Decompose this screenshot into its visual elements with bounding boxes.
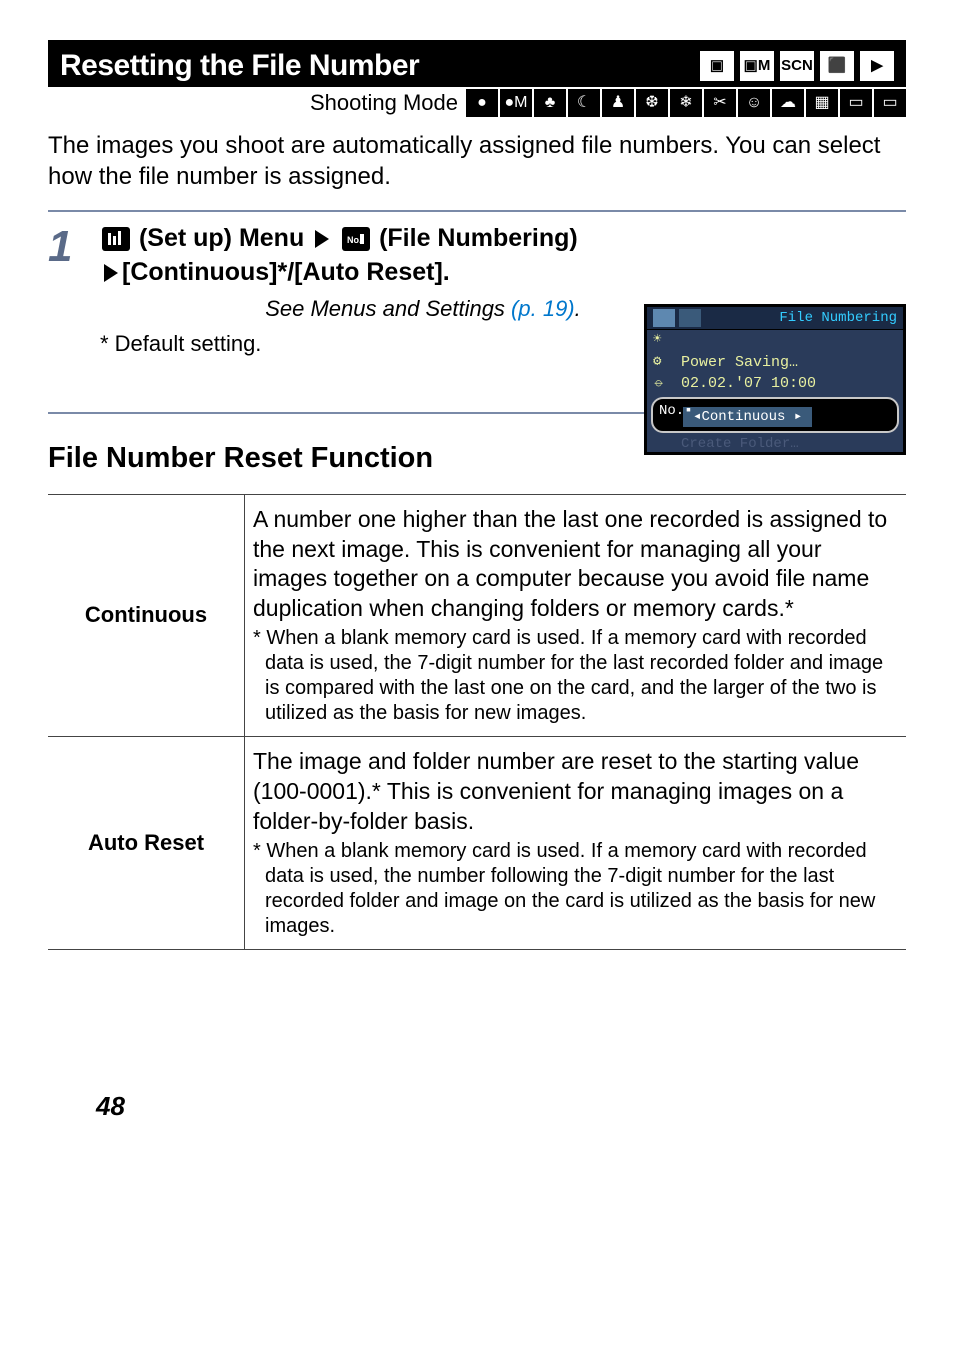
ss-highlight-row: No.▪ Continuous [651, 397, 899, 434]
ss-row: ⚙Power Saving… [647, 352, 903, 374]
step-1-block: 1 (Set up) Menu No. (File Numbering) [Co… [48, 210, 906, 414]
ss-dim-row: Create Folder… [647, 435, 903, 453]
shoot-icon: ● [466, 89, 498, 117]
intro-text: The images you shoot are automatically a… [48, 130, 906, 192]
heading-part-1: (Set up) Menu [139, 224, 304, 252]
page-title-bar: Resetting the File Number ▣ ▣M SCN ⬛ ▶ [48, 40, 906, 87]
shoot-icon: ♣ [534, 89, 566, 117]
arrow-right-icon [315, 230, 329, 248]
shoot-icon: ♟ [602, 89, 634, 117]
step-number: 1 [48, 218, 72, 275]
shoot-icon: ☾ [568, 89, 600, 117]
shoot-icon: ▭ [840, 89, 872, 117]
file-numbering-icon: No. [342, 227, 370, 251]
shoot-icon: ☁ [772, 89, 804, 117]
row-label: Auto Reset [48, 737, 245, 950]
row-label: Continuous [48, 494, 245, 737]
ss-row: ☀ [647, 330, 903, 352]
mode-icon: ⬛ [820, 51, 854, 81]
shooting-mode-icons: ● ●M ♣ ☾ ♟ ❆ ❄ ✂ ☺ ☁ ▦ ▭ ▭ [464, 89, 906, 117]
numbering-icon: No.▪ [659, 402, 693, 420]
brightness-icon: ☀ [653, 331, 661, 349]
power-icon: ⚙ [653, 353, 661, 371]
shoot-icon: ✂ [704, 89, 736, 117]
mode-icon: SCN [780, 51, 814, 81]
step-heading: (Set up) Menu No. (File Numbering) [Cont… [100, 222, 906, 290]
shoot-icon: ▦ [806, 89, 838, 117]
setup-menu-icon [102, 227, 130, 251]
ss-title: File Numbering [779, 310, 897, 326]
shoot-icon: ▭ [874, 89, 906, 117]
table-row: Continuous A number one higher than the … [48, 494, 906, 737]
mode-icon: ▣M [740, 51, 774, 81]
ss-highlight-value: Continuous [683, 407, 812, 427]
table-row: Auto Reset The image and folder number a… [48, 737, 906, 950]
shoot-icon: ❄ [670, 89, 702, 117]
shooting-mode-label: Shooting Mode [310, 89, 458, 118]
row-desc-foot: * When a blank memory card is used. If a… [253, 839, 898, 939]
row-desc: The image and folder number are reset to… [245, 737, 907, 950]
ss-row: ⦵02.02.'07 10:00 [647, 373, 903, 395]
title-icon-strip: ▣ ▣M SCN ⬛ ▶ [698, 51, 894, 81]
shoot-icon: ☺ [738, 89, 770, 117]
mode-icon: ▶ [860, 51, 894, 81]
menu-screenshot: File Numbering ☀ ⚙Power Saving… ⦵02.02.'… [644, 304, 906, 455]
row-desc-main: A number one higher than the last one re… [253, 505, 898, 625]
row-desc: A number one higher than the last one re… [245, 494, 907, 737]
ss-header: File Numbering [647, 307, 903, 330]
shooting-mode-row: Shooting Mode ● ●M ♣ ☾ ♟ ❆ ❄ ✂ ☺ ☁ ▦ ▭ ▭ [48, 89, 906, 118]
reset-function-table: Continuous A number one higher than the … [48, 494, 906, 950]
see-menus-text: See Menus and Settings [265, 296, 511, 321]
shoot-icon: ❆ [636, 89, 668, 117]
shoot-icon: ●M [500, 89, 532, 117]
page-ref-link[interactable]: (p. 19) [511, 296, 575, 321]
heading-part-3: [Continuous]*/[Auto Reset]. [122, 258, 450, 286]
svg-text:No.: No. [347, 235, 362, 245]
row-desc-main: The image and folder number are reset to… [253, 747, 898, 837]
mode-icon: ▣ [700, 51, 734, 81]
ss-tab-icon [679, 309, 701, 327]
ss-tab-icon [653, 309, 675, 327]
clock-icon: ⦵ [653, 374, 665, 392]
page-number: 48 [96, 1090, 125, 1124]
heading-part-2: (File Numbering) [379, 224, 578, 252]
page-title: Resetting the File Number [60, 46, 419, 85]
arrow-right-icon [104, 264, 118, 282]
row-desc-foot: * When a blank memory card is used. If a… [253, 626, 898, 726]
